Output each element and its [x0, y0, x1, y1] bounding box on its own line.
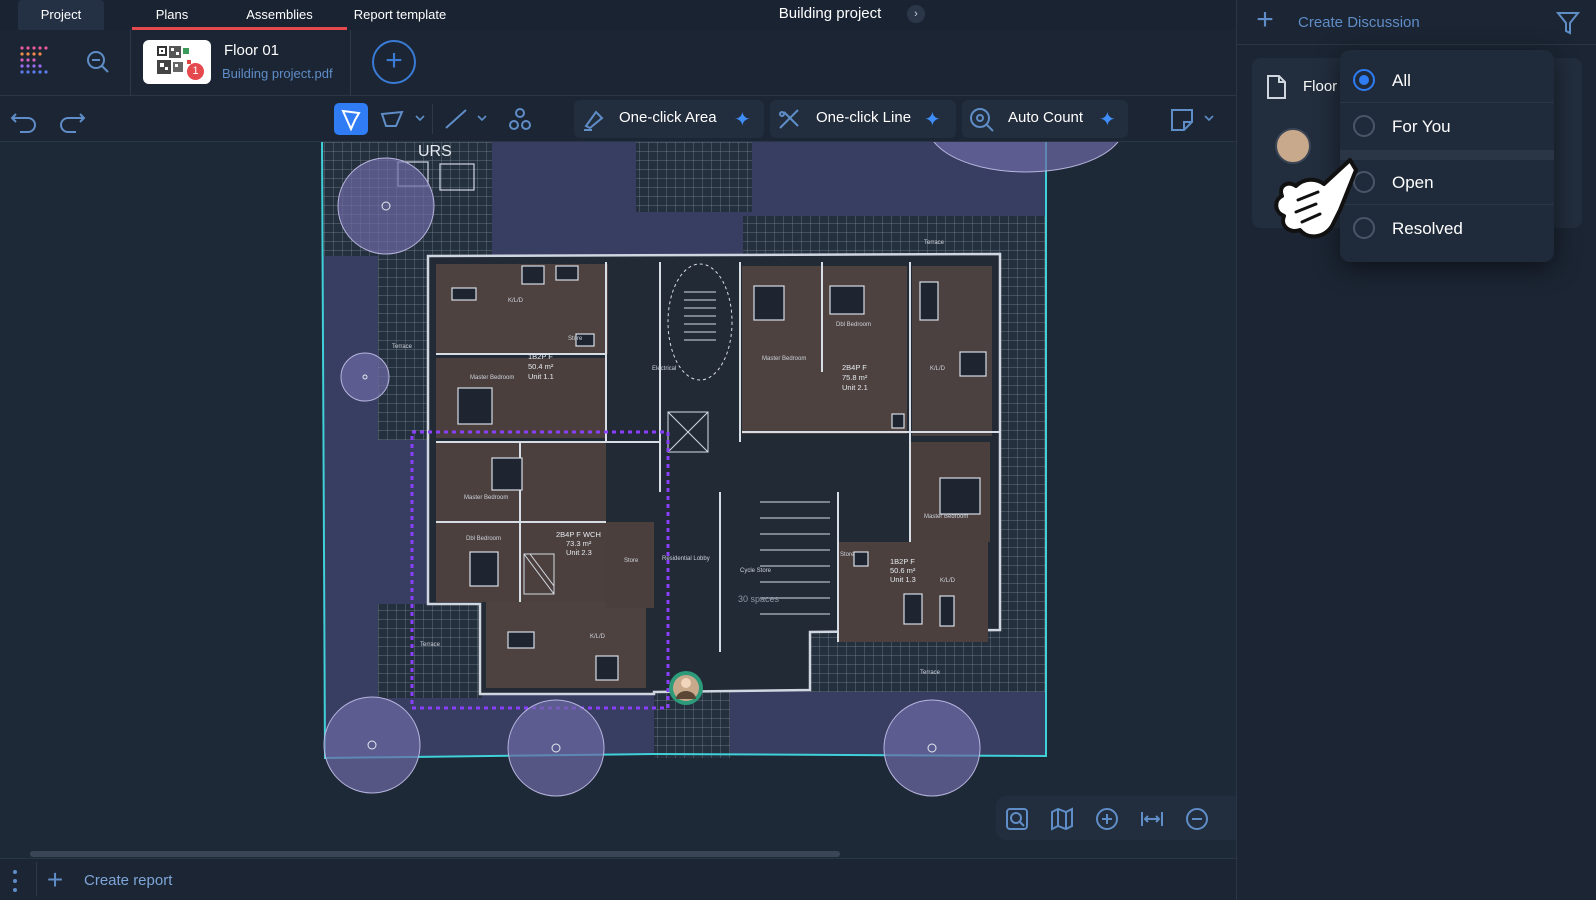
filter-option-label: All [1392, 71, 1411, 90]
filter-option-label: Resolved [1392, 219, 1463, 238]
room-label: Dbl Bedroom [836, 322, 871, 328]
filter-option-all[interactable]: All [1340, 58, 1554, 102]
create-report-button[interactable]: Create report [84, 872, 172, 889]
kebab-menu-icon[interactable] [10, 868, 20, 894]
discussion-pin-avatar[interactable] [668, 670, 704, 706]
room-label: Cycle Store [740, 568, 772, 574]
unit-label: 2B4P F [842, 363, 867, 372]
map-icon[interactable] [1049, 806, 1075, 832]
floor-plan-drawing: K/L/D Store Master Bedroom Dbl Bedroom M… [321, 142, 1119, 797]
svg-text:Unit 2.3: Unit 2.3 [566, 548, 592, 557]
drawing-canvas[interactable]: K/L/D Store Master Bedroom Dbl Bedroom M… [0, 142, 1236, 858]
plus-icon[interactable]: + [42, 866, 68, 894]
count-tool-icon[interactable] [504, 104, 536, 134]
area-tool-icon[interactable] [376, 104, 408, 134]
redo-icon[interactable] [56, 104, 88, 134]
divider [1340, 102, 1554, 103]
tab-plans[interactable]: Plans [132, 0, 212, 30]
divider [1340, 204, 1554, 205]
zoom-in-icon[interactable] [1094, 806, 1120, 832]
room-label: K/L/D [930, 366, 946, 372]
one-click-line-button[interactable]: One-click Line [816, 109, 911, 126]
svg-text:50.4 m²: 50.4 m² [528, 362, 554, 371]
room-label: Store [568, 336, 583, 342]
app-menu-icon[interactable] [18, 44, 52, 78]
horizontal-scrollbar[interactable] [30, 851, 840, 857]
room-label: K/L/D [590, 634, 606, 640]
add-plan-button[interactable]: + [372, 40, 416, 84]
room-label: Master Bedroom [924, 514, 968, 520]
pointing-hand-cursor-icon [1274, 158, 1358, 239]
zoom-out-icon[interactable] [1184, 806, 1210, 832]
room-label: Terrace [392, 344, 413, 350]
search-zoom-icon[interactable] [86, 50, 110, 74]
room-label: Store [840, 552, 855, 558]
paint-area-icon [584, 110, 604, 131]
sparkle-icon: ✦ [1099, 109, 1116, 131]
floor-card-title: Floor [1303, 78, 1338, 95]
room-label: Terrace [924, 240, 945, 246]
sparkle-icon: ✦ [924, 109, 941, 131]
divider [36, 862, 37, 896]
plan-file-name[interactable]: Building project.pdf [222, 66, 333, 81]
room-label: K/L/D [508, 298, 524, 304]
chevron-right-icon[interactable]: › [907, 5, 925, 23]
sparkle-icon: ✦ [734, 109, 751, 131]
bottom-bar [0, 858, 1236, 900]
unit-label: 1B2P F [528, 352, 553, 361]
plus-icon[interactable]: + [1252, 5, 1278, 35]
undo-icon[interactable] [8, 104, 40, 134]
svg-text:50.6 m²: 50.6 m² [890, 566, 916, 575]
filter-option-for-you[interactable]: For You [1340, 104, 1554, 148]
room-label: K/L/D [940, 578, 956, 584]
divider [130, 30, 131, 96]
room-label: Electrical [652, 366, 676, 372]
auto-count-icon [970, 108, 994, 132]
room-label: Master Bedroom [762, 356, 806, 362]
tab-project[interactable]: Project [18, 0, 104, 30]
tab-assemblies[interactable]: Assemblies [212, 0, 347, 30]
filter-option-label: For You [1392, 117, 1451, 136]
svg-text:73.3 m²: 73.3 m² [566, 539, 592, 548]
radio-selected-icon[interactable] [1353, 69, 1375, 91]
tab-report-template[interactable]: Report template [350, 0, 450, 30]
svg-text:Unit 1.3: Unit 1.3 [890, 575, 916, 584]
filter-option-resolved[interactable]: Resolved [1340, 206, 1554, 250]
radio-icon[interactable] [1353, 115, 1375, 137]
svg-text:Unit 2.1: Unit 2.1 [842, 383, 868, 392]
chevron-down-icon[interactable] [1203, 112, 1215, 124]
chevron-down-icon[interactable] [414, 112, 426, 124]
unit-label: 1B2P F [890, 557, 915, 566]
filter-option-open[interactable]: Open [1340, 160, 1554, 204]
fit-width-icon[interactable] [1139, 806, 1165, 832]
notification-badge: 1 [187, 63, 204, 80]
unit-label: 2B4P F WCH [556, 530, 601, 539]
room-label: Store [624, 558, 639, 564]
zoom-fit-icon[interactable] [1004, 806, 1030, 832]
room-label: Master Bedroom [464, 495, 508, 501]
create-discussion-button[interactable]: Create Discussion [1298, 14, 1420, 31]
polygon-select-tool[interactable] [334, 103, 368, 135]
option-group-separator [1340, 150, 1554, 160]
one-click-area-button[interactable]: One-click Area [619, 109, 717, 126]
divider [350, 30, 351, 96]
room-label: Terrace [420, 642, 441, 648]
svg-text:75.8 m²: 75.8 m² [842, 373, 868, 382]
auto-count-button[interactable]: Auto Count [1008, 109, 1083, 126]
line-tool-icon[interactable] [440, 104, 472, 134]
file-icon [1267, 75, 1286, 99]
svg-text:Unit 1.1: Unit 1.1 [528, 372, 554, 381]
sticky-note-icon[interactable] [1166, 104, 1198, 134]
divider [432, 104, 433, 134]
room-label: Dbl Bedroom [466, 536, 501, 542]
urs-label: URS [418, 143, 452, 160]
room-label: Master Bedroom [470, 375, 514, 381]
line-magic-icon [779, 109, 799, 129]
cycle-spaces-label: 30 spaces [738, 594, 780, 604]
room-label: Terrace [920, 670, 941, 676]
filter-option-label: Open [1392, 173, 1434, 192]
plan-name: Floor 01 [224, 42, 280, 59]
chevron-down-icon[interactable] [476, 112, 488, 124]
filter-icon[interactable] [1556, 10, 1580, 36]
